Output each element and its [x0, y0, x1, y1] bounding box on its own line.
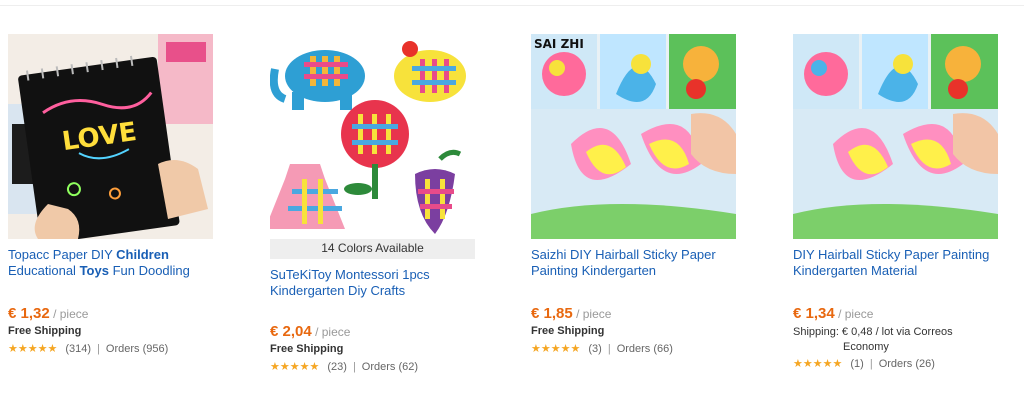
orders-label: Orders — [616, 343, 651, 355]
star-icon: ★ — [309, 360, 320, 373]
product-image[interactable] — [270, 34, 475, 239]
star-icon: ★ — [812, 357, 823, 370]
star-icon: ★ — [289, 360, 300, 373]
star-icon: ★ — [540, 342, 551, 355]
price-row: € 2,04 / piece — [270, 323, 480, 340]
separator: | — [869, 358, 873, 370]
separator: | — [352, 361, 356, 373]
product-title[interactable]: DIY Hairball Sticky Paper Painting Kinde… — [793, 247, 998, 279]
title-text: Fun Doodling — [108, 263, 190, 278]
top-divider — [0, 5, 1024, 6]
star-rating: ★ ★ ★ ★ ★ — [8, 342, 58, 355]
price-row: € 1,32 / piece — [8, 305, 218, 322]
star-icon: ★ — [17, 342, 28, 355]
title-keyword: Children — [116, 247, 169, 262]
star-icon: ★ — [8, 342, 18, 355]
star-icon: ★ — [832, 357, 843, 370]
product-title[interactable]: SuTeKiToy Montessori 1pcs Kindergarten D… — [270, 267, 475, 299]
price-unit: / piece — [576, 307, 612, 321]
star-icon: ★ — [822, 357, 833, 370]
star-icon: ★ — [279, 360, 290, 373]
shipping-info: Free Shipping — [8, 325, 82, 337]
star-icon: ★ — [793, 357, 803, 370]
product-title[interactable]: Topacc Paper DIY Children Educational To… — [8, 247, 213, 279]
orders-label: Orders — [878, 358, 913, 370]
star-icon: ★ — [47, 342, 58, 355]
separator: | — [607, 343, 611, 355]
review-count[interactable]: (1) — [850, 358, 863, 370]
star-icon: ★ — [37, 342, 48, 355]
product-card[interactable]: DIY Hairball Sticky Paper Painting Kinde… — [793, 34, 1003, 370]
star-rating: ★ ★ ★ ★ ★ — [270, 360, 320, 373]
title-keyword: Toys — [79, 263, 109, 278]
product-image[interactable] — [793, 34, 998, 239]
rating-row: ★ ★ ★ ★ ★ (3) | Orders (66) — [531, 343, 741, 355]
price-unit: / piece — [838, 307, 874, 321]
shipping-method: Economy — [843, 341, 889, 353]
price-row: € 1,34 / piece — [793, 305, 1003, 322]
star-icon: ★ — [570, 342, 581, 355]
product-card[interactable]: LOVE Topacc Paper DIY Children Education… — [8, 34, 218, 355]
price: € 1,34 — [793, 305, 835, 322]
order-count: (66) — [653, 343, 673, 355]
product-card[interactable]: 14 Colors Available SuTeKiToy Montessori… — [270, 34, 480, 373]
review-count[interactable]: (23) — [327, 361, 347, 373]
price: € 1,85 — [531, 305, 573, 322]
price-unit: / piece — [315, 325, 351, 339]
hairball-butterfly-image: SAI ZHI — [531, 34, 736, 239]
order-count: (956) — [142, 343, 169, 355]
product-card[interactable]: SAI ZHI Saizhi DIY Hairball Sticky Paper… — [531, 34, 741, 355]
star-icon: ★ — [550, 342, 561, 355]
star-rating: ★ ★ ★ ★ ★ — [531, 342, 581, 355]
rating-row: ★ ★ ★ ★ ★ (23) | Orders (62) — [270, 361, 480, 373]
star-rating: ★ ★ ★ ★ ★ — [793, 357, 843, 370]
shipping-info: Shipping: € 0,48 / lot via Correos Econo… — [793, 325, 1003, 355]
brand-logo-text: SAI ZHI — [534, 37, 584, 51]
hairball-butterfly-image — [793, 34, 998, 239]
product-image[interactable]: LOVE — [8, 34, 213, 239]
star-icon: ★ — [299, 360, 310, 373]
shipping-info: Free Shipping — [531, 325, 605, 337]
shipping-cost: Shipping: € 0,48 / lot via Correos — [793, 326, 953, 338]
star-icon: ★ — [270, 360, 280, 373]
price: € 2,04 — [270, 323, 312, 340]
felt-weaving-crafts-image — [270, 34, 475, 239]
order-count: (26) — [915, 358, 935, 370]
order-count: (62) — [398, 361, 419, 373]
price-row: € 1,85 / piece — [531, 305, 741, 322]
product-title[interactable]: Saizhi DIY Hairball Sticky Paper Paintin… — [531, 247, 736, 279]
title-text: Educational — [8, 263, 80, 278]
price-unit: / piece — [53, 307, 89, 321]
shipping-info: Free Shipping — [270, 343, 344, 355]
title-text: Topacc Paper DIY — [8, 247, 117, 262]
review-count[interactable]: (3) — [588, 343, 601, 355]
star-icon: ★ — [27, 342, 38, 355]
rating-row: ★ ★ ★ ★ ★ (314) | Orders (956) — [8, 343, 218, 355]
colors-available-badge: 14 Colors Available — [270, 237, 475, 259]
orders-label: Orders — [361, 361, 396, 373]
star-icon: ★ — [560, 342, 571, 355]
review-count[interactable]: (314) — [65, 343, 91, 355]
rating-row: ★ ★ ★ ★ ★ (1) | Orders (26) — [793, 358, 1003, 370]
separator: | — [97, 343, 100, 355]
scratch-paper-notebook-image: LOVE — [8, 34, 213, 239]
star-icon: ★ — [802, 357, 813, 370]
product-image[interactable]: SAI ZHI — [531, 34, 736, 239]
orders-label: Orders — [105, 343, 140, 355]
price: € 1,32 — [8, 305, 50, 322]
star-icon: ★ — [531, 342, 541, 355]
